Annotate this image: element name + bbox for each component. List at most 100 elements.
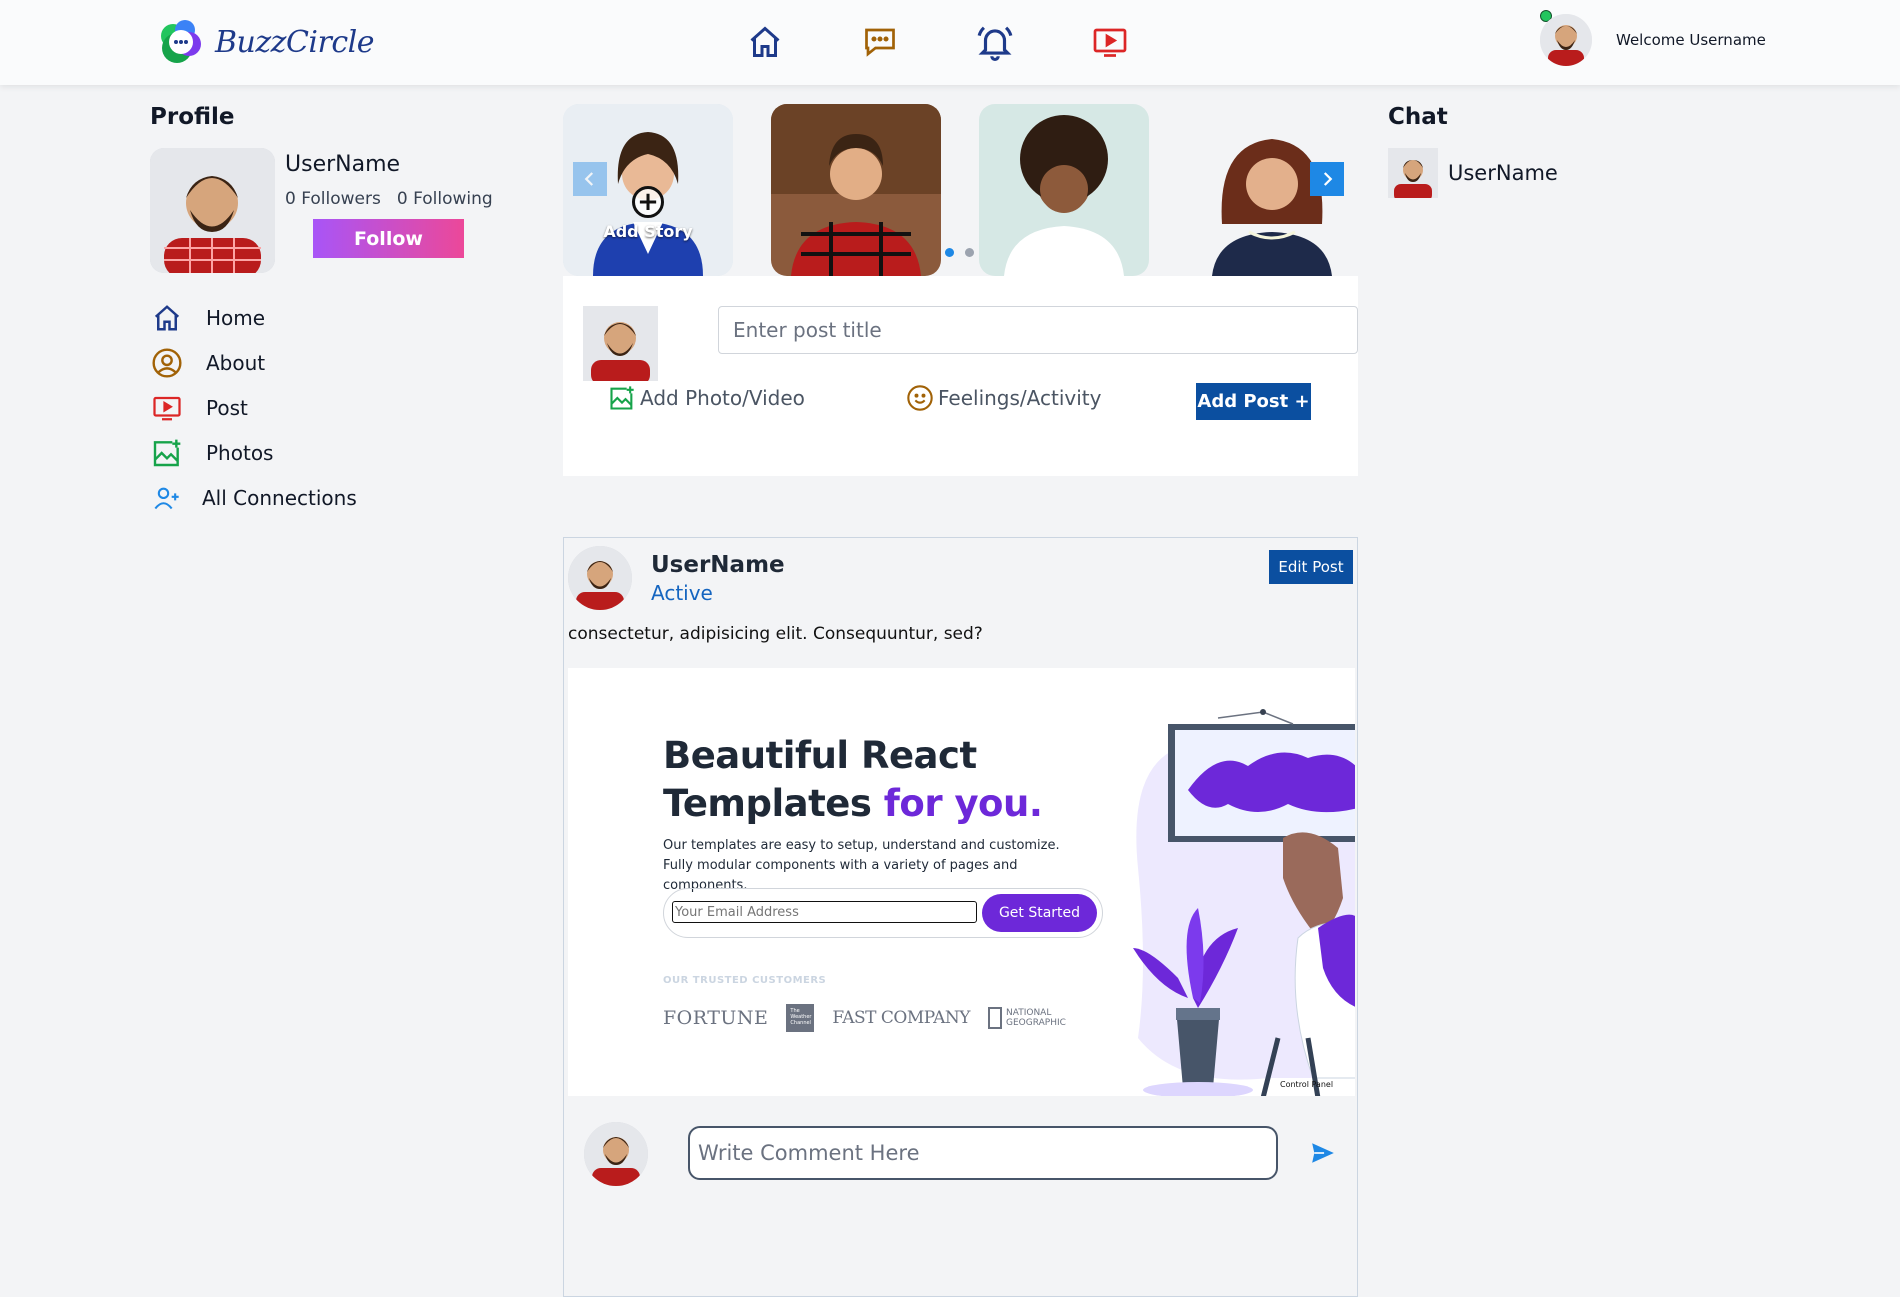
- user-circle-icon: [150, 346, 184, 380]
- sidebar-item-post[interactable]: Post: [150, 385, 550, 430]
- media-email-form: Get Started: [663, 888, 1103, 938]
- story-photo: [771, 104, 941, 276]
- sidebar-item-label: Home: [206, 305, 266, 330]
- post-author-name[interactable]: UserName: [651, 552, 785, 578]
- post-author-avatar[interactable]: [568, 546, 632, 610]
- comment-input[interactable]: [688, 1126, 1278, 1180]
- media-headline-text: Templates: [663, 782, 884, 825]
- home-icon: [150, 301, 184, 335]
- composer-avatar: [583, 306, 658, 381]
- chat-contact-avatar: [1388, 148, 1438, 198]
- add-photo-video-button[interactable]: Add Photo/Video: [608, 384, 805, 412]
- post-body-text: consectetur, adipisicing elit. Consequun…: [568, 624, 983, 644]
- fortune-logo: FORTUNE: [663, 1007, 769, 1029]
- carousel-dot[interactable]: [965, 248, 974, 257]
- add-story-label: Add Story: [603, 222, 693, 241]
- story-card[interactable]: [979, 104, 1149, 276]
- nav-home-button[interactable]: [745, 22, 785, 62]
- brand-name: BuzzCircle: [215, 24, 375, 60]
- post-title-input[interactable]: [718, 306, 1358, 354]
- add-post-button[interactable]: Add Post +: [1196, 383, 1311, 420]
- post-composer: Add Photo/Video Feelings/Activity Add Po…: [563, 276, 1358, 476]
- stories-carousel: + Add Story: [563, 104, 1358, 276]
- illustration-woman-with-plant: [1133, 709, 1355, 1096]
- chevron-left-icon: [584, 172, 594, 186]
- nav-videos-button[interactable]: [1090, 22, 1130, 62]
- nav-messages-button[interactable]: [860, 22, 900, 62]
- post-card: UserName Active Edit Post consectetur, a…: [563, 537, 1358, 1297]
- user-photo-icon: [1388, 148, 1438, 198]
- add-story-icon[interactable]: +: [632, 186, 664, 218]
- send-icon: [1312, 1143, 1334, 1163]
- main-feed: + Add Story Add Photo/Video: [563, 104, 1358, 1297]
- feelings-activity-label: Feelings/Activity: [938, 386, 1102, 410]
- fast-company-logo: FAST COMPANY: [832, 1008, 971, 1028]
- user-photo-icon: [584, 1122, 648, 1186]
- sidebar-item-label: Photos: [206, 440, 274, 465]
- chevron-right-icon: [1323, 172, 1333, 186]
- control-panel-label: Control Panel: [1280, 1080, 1334, 1089]
- comment-avatar: [584, 1122, 648, 1186]
- smiley-icon: [907, 385, 933, 411]
- buzzcircle-logo-icon: [161, 20, 201, 63]
- ng-text: NATIONAL GEOGRAPHIC: [1006, 1008, 1066, 1028]
- left-sidebar: Profile UserName 0 Followers 0 Following…: [150, 104, 550, 520]
- brand-logo[interactable]: BuzzCircle: [155, 16, 375, 68]
- add-photo-icon: [610, 386, 634, 410]
- following-count[interactable]: 0 Following: [397, 189, 493, 209]
- profile-section-title: Profile: [150, 104, 235, 130]
- feelings-activity-button[interactable]: Feelings/Activity: [906, 384, 1101, 412]
- follow-stats: 0 Followers 0 Following: [285, 189, 493, 209]
- followers-count[interactable]: 0 Followers: [285, 189, 381, 209]
- chat-bubble-icon: [865, 28, 895, 57]
- media-subtext: Our templates are easy to setup, underst…: [663, 838, 1060, 893]
- home-icon: [750, 26, 780, 57]
- story-card[interactable]: [771, 104, 941, 276]
- comment-row: [564, 1108, 1359, 1188]
- media-headline-highlight: for you.: [883, 782, 1043, 825]
- chat-contact[interactable]: UserName: [1388, 148, 1688, 198]
- sidebar-item-label: All Connections: [202, 485, 357, 510]
- sidebar-item-home[interactable]: Home: [150, 295, 550, 340]
- carousel-prev-button[interactable]: [573, 162, 607, 196]
- top-navigation-bar: BuzzCircle Welcome Username: [0, 0, 1900, 85]
- edit-post-button[interactable]: Edit Post: [1269, 550, 1353, 584]
- carousel-dot[interactable]: [945, 248, 954, 257]
- video-play-icon: [1093, 28, 1127, 57]
- sidebar-item-about[interactable]: About: [150, 340, 550, 385]
- media-headline: Beautiful React Templates for you.: [663, 732, 1043, 828]
- chat-panel: Chat UserName: [1388, 104, 1688, 198]
- send-comment-button[interactable]: [1306, 1138, 1340, 1168]
- media-headline-line2: Templates for you.: [663, 780, 1043, 828]
- post-media-image[interactable]: Beautiful React Templates for you. Our t…: [568, 668, 1355, 1096]
- national-geographic-logo: NATIONAL GEOGRAPHIC: [988, 1007, 1066, 1029]
- follow-button[interactable]: Follow: [313, 219, 464, 258]
- sidebar-item-label: About: [206, 350, 266, 375]
- chat-section-title: Chat: [1388, 104, 1448, 130]
- user-menu[interactable]: Welcome Username: [1540, 14, 1766, 66]
- welcome-text: Welcome Username: [1616, 31, 1766, 49]
- story-photo: [979, 104, 1149, 276]
- media-email-input[interactable]: [672, 901, 977, 923]
- video-play-icon: [150, 391, 184, 425]
- user-photo-icon: [583, 306, 658, 381]
- profile-avatar[interactable]: [150, 148, 275, 273]
- trusted-customers-label: OUR TRUSTED CUSTOMERS: [663, 975, 827, 986]
- user-photo-icon: [1540, 14, 1592, 66]
- chat-contact-name: UserName: [1448, 161, 1558, 185]
- add-user-icon: [150, 481, 184, 515]
- sidebar-item-photos[interactable]: Photos: [150, 430, 550, 475]
- sidebar-menu: Home About Post Photos All Connections: [150, 295, 550, 520]
- user-photo-icon: [568, 546, 632, 610]
- sidebar-item-label: Post: [206, 395, 248, 420]
- profile-info: UserName 0 Followers 0 Following Follow: [285, 148, 493, 273]
- get-started-button[interactable]: Get Started: [982, 894, 1097, 932]
- user-photo-icon: [150, 148, 275, 273]
- carousel-next-button[interactable]: [1310, 162, 1344, 196]
- profile-card: UserName 0 Followers 0 Following Follow: [150, 148, 550, 273]
- nav-notifications-button[interactable]: [975, 22, 1015, 62]
- weather-channel-logo: The Weather Channel: [786, 1004, 815, 1032]
- sidebar-item-all-connections[interactable]: All Connections: [150, 475, 550, 520]
- post-author-status: Active: [651, 581, 713, 605]
- customer-logos: FORTUNE The Weather Channel FAST COMPANY…: [663, 1004, 1066, 1032]
